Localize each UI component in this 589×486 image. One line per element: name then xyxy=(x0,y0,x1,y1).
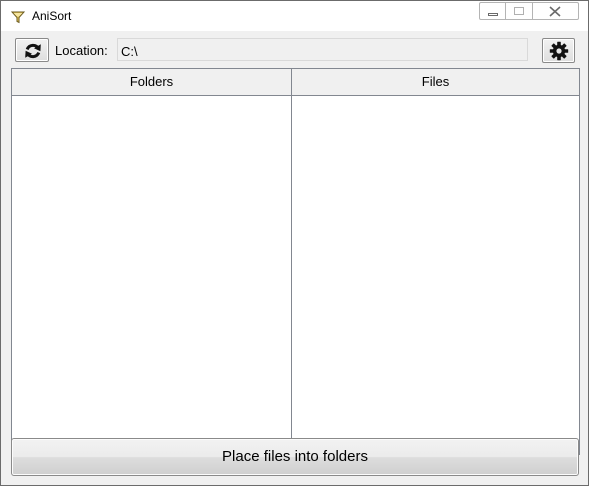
close-button[interactable] xyxy=(533,2,579,20)
close-icon xyxy=(549,6,561,17)
location-field[interactable] xyxy=(117,38,528,61)
window-title: AniSort xyxy=(32,9,72,23)
app-window: AniSort Location: C:\ Folders Files Plac… xyxy=(0,0,589,486)
location-label: Location: xyxy=(55,43,108,58)
folders-column-header[interactable]: Folders xyxy=(12,69,292,96)
file-lists: Folders Files xyxy=(11,68,580,455)
client-area: Location: Folders Files xyxy=(1,31,588,485)
maximize-icon xyxy=(514,7,524,15)
place-files-button[interactable]: Place files into folders xyxy=(11,438,579,476)
files-list[interactable] xyxy=(292,96,579,454)
minimize-icon xyxy=(488,13,498,16)
funnel-icon xyxy=(10,10,26,24)
settings-button[interactable] xyxy=(542,38,575,63)
caption-buttons xyxy=(479,2,579,20)
refresh-button[interactable] xyxy=(15,38,49,62)
files-column-header[interactable]: Files xyxy=(292,69,579,96)
refresh-icon xyxy=(25,43,41,59)
maximize-button xyxy=(506,2,533,20)
minimize-button[interactable] xyxy=(479,2,506,20)
gear-icon xyxy=(549,41,569,61)
title-bar[interactable]: AniSort xyxy=(1,1,588,31)
folders-list[interactable] xyxy=(12,96,292,454)
